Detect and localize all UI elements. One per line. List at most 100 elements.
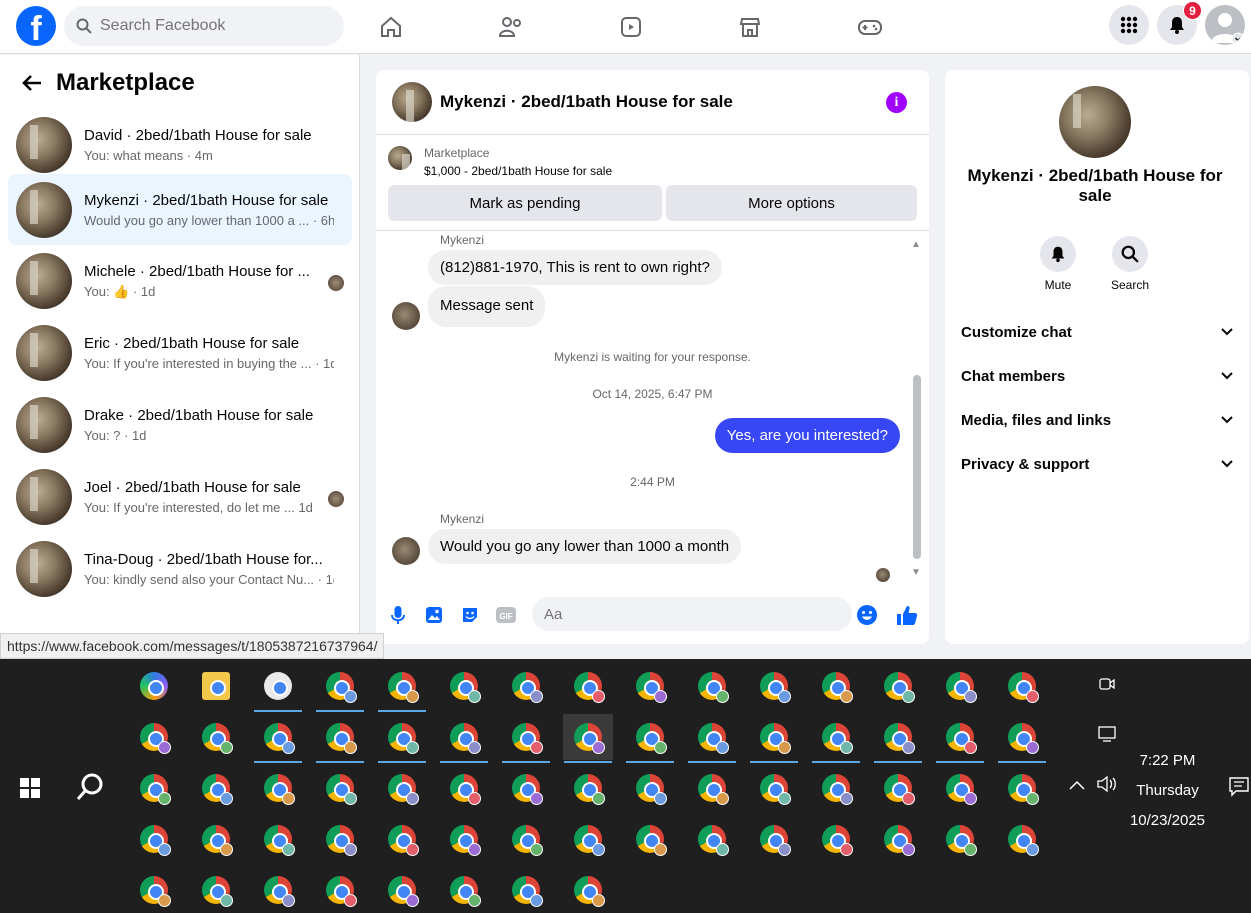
- network-tray-icon[interactable]: [1097, 725, 1117, 743]
- marketplace-icon[interactable]: [734, 11, 766, 43]
- taskbar-app-icon[interactable]: [563, 816, 613, 862]
- taskbar-app-icon[interactable]: [749, 765, 799, 811]
- taskbar-app-icon[interactable]: [377, 816, 427, 862]
- profile-avatar[interactable]: [1205, 5, 1245, 45]
- search-conversation-button[interactable]: Search: [1100, 236, 1160, 292]
- taskbar-app-icon[interactable]: [749, 816, 799, 862]
- taskbar-app-icon[interactable]: [811, 816, 861, 862]
- taskbar-app-icon[interactable]: [191, 867, 241, 913]
- sticker-icon[interactable]: [459, 604, 481, 626]
- message-input[interactable]: [532, 597, 852, 631]
- privacy-support-section[interactable]: Privacy & support: [961, 444, 1233, 484]
- taskbar-app-icon[interactable]: [315, 816, 365, 862]
- info-icon[interactable]: i: [886, 92, 907, 113]
- taskbar-app-icon[interactable]: [315, 663, 365, 712]
- taskbar-app-icon[interactable]: [439, 816, 489, 862]
- taskbar-search-icon[interactable]: [76, 772, 106, 802]
- scroll-up-arrow-icon[interactable]: ▲: [911, 239, 921, 250]
- taskbar-app-icon[interactable]: [997, 765, 1047, 811]
- taskbar-app-icon[interactable]: [315, 765, 365, 811]
- taskbar-app-icon[interactable]: [377, 867, 427, 913]
- taskbar-app-icon[interactable]: [129, 867, 179, 913]
- taskbar-app-icon[interactable]: [129, 765, 179, 811]
- taskbar-clock[interactable]: 7:22 PM Thursday 10/23/2025: [1120, 746, 1215, 836]
- scrollbar-thumb[interactable]: [913, 375, 921, 559]
- conversation-item[interactable]: Joel · 2bed/1bath House for sale You: If …: [8, 462, 352, 532]
- speaker-icon[interactable]: [1096, 775, 1118, 793]
- taskbar-app-icon[interactable]: [935, 765, 985, 811]
- windows-start-icon[interactable]: [20, 778, 40, 798]
- conversation-item[interactable]: Tina-Doug · 2bed/1bath House for... You: …: [8, 534, 352, 604]
- conversation-item[interactable]: Michele · 2bed/1bath House for ... You: 👍…: [8, 246, 352, 316]
- taskbar-app-icon[interactable]: [563, 867, 613, 913]
- taskbar-app-icon[interactable]: [129, 816, 179, 862]
- taskbar-app-icon[interactable]: [873, 714, 923, 763]
- marketplace-listing[interactable]: Marketplace $1,000 - 2bed/1bath House for…: [388, 146, 612, 178]
- taskbar-app-icon[interactable]: [873, 816, 923, 862]
- message-bubble[interactable]: Message sent: [428, 286, 546, 327]
- gif-icon[interactable]: GIF: [495, 604, 517, 626]
- taskbar-app-icon[interactable]: [935, 663, 985, 709]
- taskbar-app-icon[interactable]: [501, 714, 551, 763]
- taskbar-app-icon[interactable]: [501, 663, 551, 709]
- taskbar-app-icon[interactable]: [439, 663, 489, 709]
- taskbar-app-icon[interactable]: [315, 714, 365, 763]
- camera-tray-icon[interactable]: [1098, 675, 1116, 693]
- taskbar-app-icon[interactable]: [811, 663, 861, 709]
- mark-pending-button[interactable]: Mark as pending: [388, 185, 662, 221]
- taskbar-app-icon[interactable]: [129, 714, 179, 760]
- taskbar-app-icon[interactable]: [563, 663, 613, 709]
- conversation-item-active[interactable]: Mykenzi · 2bed/1bath House for sale Would…: [8, 174, 352, 245]
- taskbar-app-icon[interactable]: [253, 867, 303, 913]
- taskbar-app-icon[interactable]: [253, 765, 303, 811]
- taskbar-app-icon[interactable]: [563, 714, 613, 763]
- profile-picture[interactable]: [1059, 86, 1131, 158]
- taskbar-app-icon[interactable]: [687, 765, 737, 811]
- taskbar-app-icon[interactable]: [377, 714, 427, 763]
- conversation-item[interactable]: Drake · 2bed/1bath House for sale You: ? …: [8, 390, 352, 460]
- taskbar-app-icon[interactable]: [749, 714, 799, 763]
- taskbar-app-icon[interactable]: [997, 714, 1047, 763]
- search-input[interactable]: [100, 17, 320, 35]
- taskbar-app-icon[interactable]: [253, 714, 303, 763]
- video-icon[interactable]: [615, 11, 647, 43]
- taskbar-app-icon[interactable]: [253, 663, 303, 712]
- taskbar-app-icon[interactable]: [997, 816, 1047, 862]
- home-icon[interactable]: [375, 11, 407, 43]
- taskbar-app-icon[interactable]: [439, 867, 489, 913]
- taskbar-app-icon[interactable]: [501, 765, 551, 811]
- taskbar-app-icon[interactable]: [191, 663, 241, 709]
- taskbar-app-icon[interactable]: [935, 714, 985, 763]
- chat-avatar[interactable]: [392, 82, 432, 122]
- taskbar-app-icon[interactable]: [873, 765, 923, 811]
- taskbar-app-icon[interactable]: [625, 714, 675, 763]
- notification-center-icon[interactable]: [1228, 776, 1250, 798]
- taskbar-app-icon[interactable]: [129, 663, 179, 709]
- conversation-item[interactable]: Eric · 2bed/1bath House for sale You: If …: [8, 318, 352, 388]
- customize-chat-section[interactable]: Customize chat: [961, 312, 1233, 352]
- taskbar-app-icon[interactable]: [191, 765, 241, 811]
- mute-button[interactable]: Mute: [1028, 236, 1088, 292]
- taskbar-app-icon[interactable]: [935, 816, 985, 862]
- taskbar-app-icon[interactable]: [501, 867, 551, 913]
- taskbar-app-icon[interactable]: [315, 867, 365, 913]
- taskbar-app-icon[interactable]: [625, 765, 675, 811]
- emoji-icon[interactable]: [856, 604, 878, 626]
- scroll-down-arrow-icon[interactable]: ▼: [911, 567, 921, 578]
- taskbar-app-icon[interactable]: [377, 663, 427, 712]
- taskbar-app-icon[interactable]: [563, 765, 613, 811]
- taskbar-app-icon[interactable]: [687, 816, 737, 862]
- taskbar-app-icon[interactable]: [687, 714, 737, 763]
- photo-icon[interactable]: [423, 604, 445, 626]
- taskbar-app-icon[interactable]: [873, 663, 923, 709]
- taskbar-app-icon[interactable]: [191, 714, 241, 760]
- message-thread[interactable]: Mykenzi (812)881-1970, This is rent to o…: [376, 230, 929, 586]
- taskbar-app-icon[interactable]: [997, 663, 1047, 709]
- menu-grid-icon[interactable]: [1109, 5, 1149, 45]
- taskbar-app-icon[interactable]: [749, 663, 799, 709]
- message-bubble[interactable]: (812)881-1970, This is rent to own right…: [428, 250, 722, 285]
- taskbar-app-icon[interactable]: [811, 714, 861, 763]
- thumbs-up-icon[interactable]: [896, 604, 918, 626]
- chevron-up-icon[interactable]: [1068, 779, 1086, 791]
- friends-icon[interactable]: [495, 11, 527, 43]
